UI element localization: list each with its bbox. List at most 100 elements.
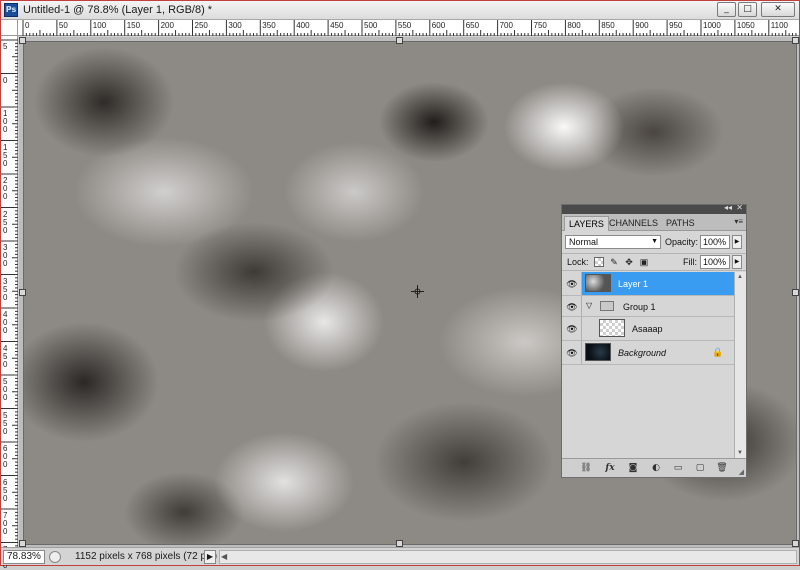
ruler-label: 0 bbox=[3, 326, 8, 335]
scroll-left-arrow-icon[interactable]: ◀ bbox=[221, 551, 227, 563]
horizontal-scrollbar[interactable]: ◀ bbox=[219, 550, 797, 564]
lock-position-move-icon[interactable]: ✥ bbox=[624, 257, 634, 267]
tab-layers[interactable]: LAYERS bbox=[564, 216, 609, 231]
new-layer-icon[interactable]: ▢ bbox=[694, 462, 706, 474]
transform-handle-top-right[interactable] bbox=[792, 37, 799, 44]
layer-row-layer-1[interactable]: 👁 Layer 1 bbox=[562, 272, 734, 296]
ruler-label: 0 bbox=[3, 460, 8, 469]
ruler-label: 0 bbox=[3, 158, 8, 168]
layers-panel: ◂◂ ✕ LAYERS CHANNELS PATHS ▾≡ Normal ▼ O… bbox=[561, 203, 747, 478]
new-group-folder-icon[interactable]: ▭ bbox=[672, 462, 684, 474]
transform-handle-bottom-left[interactable] bbox=[19, 540, 26, 547]
ruler-label: 250 bbox=[194, 21, 208, 30]
layer-row-group-1[interactable]: 👁 ▽ Group 1 bbox=[562, 296, 734, 317]
panel-header-bar[interactable]: ◂◂ ✕ bbox=[562, 203, 746, 214]
ruler-label: 50 bbox=[58, 21, 68, 30]
group-folder-icon bbox=[600, 301, 614, 311]
transform-center-crosshair-icon[interactable] bbox=[411, 285, 424, 298]
zoom-level-field[interactable]: 78.83% bbox=[3, 550, 45, 564]
ruler-label: 0 bbox=[3, 192, 8, 201]
transform-handle-left[interactable] bbox=[19, 289, 26, 296]
chevron-down-icon: ▼ bbox=[651, 238, 658, 245]
layer-thumbnail-clouds bbox=[585, 274, 611, 292]
ruler-label: 0 bbox=[3, 75, 8, 85]
close-panel-icon[interactable]: ✕ bbox=[736, 203, 743, 212]
expand-triangle-icon[interactable]: ▽ bbox=[586, 301, 592, 310]
layers-list: 👁 Layer 1 👁 ▽ Group 1 👁 Asaaap 👁 Backgro… bbox=[562, 272, 734, 458]
layer-name[interactable]: Layer 1 bbox=[618, 279, 648, 289]
trash-icon[interactable]: 🗑 bbox=[716, 462, 728, 474]
ruler-label: 0 bbox=[25, 21, 30, 30]
eye-visibility-icon[interactable]: 👁 bbox=[566, 302, 578, 312]
add-mask-icon[interactable]: ◙ bbox=[627, 462, 639, 474]
transform-handle-bottom-right[interactable] bbox=[792, 540, 799, 547]
tab-paths[interactable]: PATHS bbox=[662, 216, 699, 231]
ruler-label: 900 bbox=[635, 21, 649, 30]
ruler-label: 500 bbox=[364, 21, 378, 30]
ruler-label: 200 bbox=[160, 21, 174, 30]
layer-name[interactable]: Group 1 bbox=[623, 302, 656, 312]
layer-row-asaaap[interactable]: 👁 Asaaap bbox=[562, 317, 734, 341]
layer-row-background[interactable]: 👁 Background 🔒 bbox=[562, 341, 734, 365]
fill-slider-arrow-icon[interactable]: ▶ bbox=[732, 255, 742, 269]
ruler-label: 150 bbox=[126, 21, 141, 30]
ruler-label: 800 bbox=[567, 21, 581, 30]
ruler-label: 350 bbox=[262, 21, 276, 30]
tab-channels[interactable]: CHANNELS bbox=[605, 216, 662, 231]
blend-mode-select[interactable]: Normal ▼ bbox=[565, 235, 661, 249]
minimize-button[interactable]: _ bbox=[717, 2, 736, 17]
status-menu-arrow-icon[interactable]: ▶ bbox=[204, 550, 216, 564]
ruler-label: 400 bbox=[296, 21, 310, 30]
ruler-label: 1000 bbox=[703, 21, 721, 30]
ruler-label: 0 bbox=[3, 359, 8, 369]
maximize-button[interactable]: □ bbox=[738, 2, 757, 17]
ruler-label: 0 bbox=[3, 225, 8, 235]
blend-mode-value: Normal bbox=[569, 237, 599, 247]
transform-handle-top[interactable] bbox=[396, 37, 403, 44]
ruler-label: 850 bbox=[601, 21, 615, 30]
ruler-label: 750 bbox=[533, 21, 547, 30]
status-info-icon[interactable] bbox=[49, 551, 61, 563]
close-button[interactable]: ✕ bbox=[761, 2, 795, 17]
panel-menu-icon[interactable]: ▾≡ bbox=[734, 217, 743, 226]
ruler-label: 0 bbox=[3, 393, 8, 402]
collapse-panel-icon[interactable]: ◂◂ bbox=[724, 203, 732, 212]
document-title: Untitled-1 @ 78.8% (Layer 1, RGB/8) * bbox=[23, 4, 213, 16]
lock-transparency-icon[interactable] bbox=[594, 257, 604, 267]
lock-pixels-brush-icon[interactable]: ✎ bbox=[609, 257, 619, 267]
lock-icon: 🔒 bbox=[712, 347, 724, 357]
ruler-label: 450 bbox=[330, 21, 344, 30]
lock-row: Lock: ✎ ✥ ▣ Fill: 100% ▶ bbox=[562, 253, 746, 271]
adjustment-layer-icon[interactable]: ◐ bbox=[650, 462, 662, 474]
layer-thumbnail-transparent bbox=[599, 319, 625, 337]
eye-visibility-icon[interactable]: 👁 bbox=[566, 279, 578, 289]
eye-visibility-icon[interactable]: 👁 bbox=[566, 324, 578, 334]
fill-label: Fill: bbox=[683, 257, 697, 267]
layer-name[interactable]: Asaaap bbox=[632, 324, 663, 334]
ruler-origin[interactable] bbox=[1, 20, 18, 36]
ruler-label: 1100 bbox=[770, 21, 788, 30]
photoshop-window: Ps Untitled-1 @ 78.8% (Layer 1, RGB/8) *… bbox=[0, 0, 800, 570]
layer-thumbnail-dark bbox=[585, 343, 611, 361]
link-layers-icon[interactable]: ⛓ bbox=[580, 462, 592, 474]
opacity-field[interactable]: 100% bbox=[700, 235, 730, 249]
scroll-up-arrow-icon[interactable]: ▲ bbox=[737, 274, 743, 280]
horizontal-ruler[interactable]: 0 50 100 150 200 250 300 350 400 450 500 550 600 650 7… bbox=[18, 20, 799, 36]
eye-visibility-icon[interactable]: 👁 bbox=[566, 348, 578, 358]
lock-all-icon[interactable]: ▣ bbox=[639, 257, 649, 267]
opacity-slider-arrow-icon[interactable]: ▶ bbox=[732, 235, 742, 249]
ruler-label: 950 bbox=[669, 21, 683, 30]
transform-handle-right[interactable] bbox=[792, 289, 799, 296]
fill-field[interactable]: 100% bbox=[700, 255, 730, 269]
fx-icon[interactable]: fx bbox=[604, 462, 616, 474]
vertical-ruler[interactable]: 5010015020025030035040045050055060065070… bbox=[1, 36, 18, 570]
ruler-label: 0 bbox=[3, 292, 8, 302]
scroll-down-arrow-icon[interactable]: ▼ bbox=[737, 450, 743, 456]
transform-handle-bottom[interactable] bbox=[396, 540, 403, 547]
resize-grip-icon[interactable]: ◢ bbox=[739, 468, 744, 476]
status-bar: 78.83% 1152 pixels x 768 pixels (72 ppi)… bbox=[1, 547, 799, 565]
layer-name[interactable]: Background bbox=[618, 348, 666, 358]
lock-label: Lock: bbox=[567, 257, 589, 267]
transform-handle-top-left[interactable] bbox=[19, 37, 26, 44]
layers-vertical-scrollbar[interactable]: ▲ ▼ bbox=[734, 272, 746, 458]
